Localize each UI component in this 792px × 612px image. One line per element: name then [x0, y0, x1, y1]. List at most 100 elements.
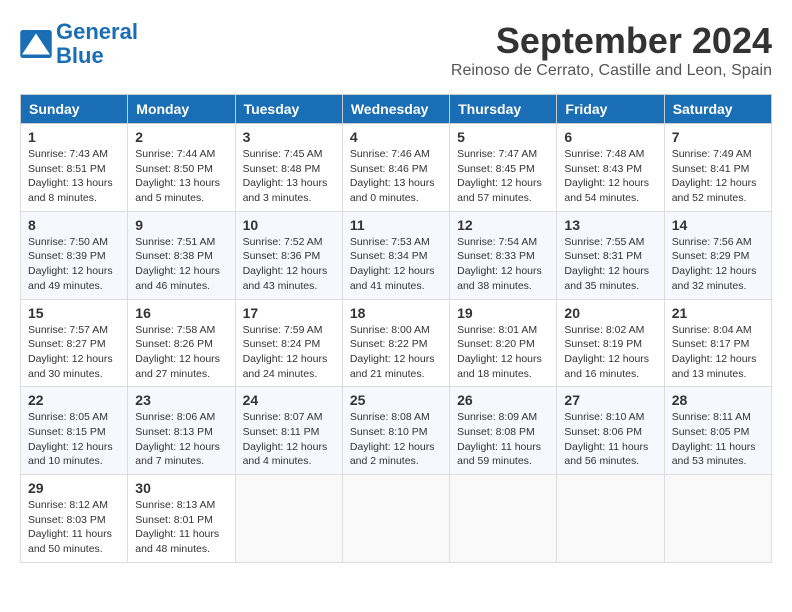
calendar-cell: 30 Sunrise: 8:13 AMSunset: 8:01 PMDayligh…: [128, 475, 235, 563]
calendar-cell: [342, 475, 449, 563]
calendar-header-saturday: Saturday: [664, 95, 771, 124]
day-info: Sunrise: 7:43 AMSunset: 8:51 PMDaylight:…: [28, 147, 120, 206]
calendar-cell: 23 Sunrise: 8:06 AMSunset: 8:13 PMDayligh…: [128, 387, 235, 475]
day-info: Sunrise: 7:53 AMSunset: 8:34 PMDaylight:…: [350, 235, 442, 294]
day-number: 30: [135, 480, 227, 496]
calendar-cell: 13 Sunrise: 7:55 AMSunset: 8:31 PMDayligh…: [557, 211, 664, 299]
day-info: Sunrise: 7:58 AMSunset: 8:26 PMDaylight:…: [135, 323, 227, 382]
calendar-cell: 25 Sunrise: 8:08 AMSunset: 8:10 PMDayligh…: [342, 387, 449, 475]
logo-line2: Blue: [56, 43, 104, 68]
day-info: Sunrise: 7:49 AMSunset: 8:41 PMDaylight:…: [672, 147, 764, 206]
calendar-header-sunday: Sunday: [21, 95, 128, 124]
day-number: 16: [135, 305, 227, 321]
calendar-cell: 24 Sunrise: 8:07 AMSunset: 8:11 PMDayligh…: [235, 387, 342, 475]
day-number: 27: [564, 392, 656, 408]
day-number: 5: [457, 129, 549, 145]
calendar-cell: 6 Sunrise: 7:48 AMSunset: 8:43 PMDaylight…: [557, 124, 664, 212]
calendar-header-friday: Friday: [557, 95, 664, 124]
location-title: Reinoso de Cerrato, Castille and Leon, S…: [451, 62, 772, 80]
day-number: 19: [457, 305, 549, 321]
day-number: 22: [28, 392, 120, 408]
day-number: 1: [28, 129, 120, 145]
day-number: 9: [135, 217, 227, 233]
calendar-table: SundayMondayTuesdayWednesdayThursdayFrid…: [20, 94, 772, 563]
calendar-cell: 8 Sunrise: 7:50 AMSunset: 8:39 PMDaylight…: [21, 211, 128, 299]
calendar-cell: 17 Sunrise: 7:59 AMSunset: 8:24 PMDayligh…: [235, 299, 342, 387]
day-info: Sunrise: 8:10 AMSunset: 8:06 PMDaylight:…: [564, 410, 656, 469]
calendar-header-tuesday: Tuesday: [235, 95, 342, 124]
calendar-cell: [664, 475, 771, 563]
day-number: 21: [672, 305, 764, 321]
day-number: 25: [350, 392, 442, 408]
day-info: Sunrise: 8:06 AMSunset: 8:13 PMDaylight:…: [135, 410, 227, 469]
calendar-cell: 27 Sunrise: 8:10 AMSunset: 8:06 PMDayligh…: [557, 387, 664, 475]
calendar-cell: 5 Sunrise: 7:47 AMSunset: 8:45 PMDaylight…: [450, 124, 557, 212]
day-info: Sunrise: 7:52 AMSunset: 8:36 PMDaylight:…: [243, 235, 335, 294]
day-number: 15: [28, 305, 120, 321]
calendar-cell: 10 Sunrise: 7:52 AMSunset: 8:36 PMDayligh…: [235, 211, 342, 299]
day-info: Sunrise: 8:13 AMSunset: 8:01 PMDaylight:…: [135, 498, 227, 557]
day-number: 6: [564, 129, 656, 145]
day-info: Sunrise: 7:48 AMSunset: 8:43 PMDaylight:…: [564, 147, 656, 206]
day-number: 18: [350, 305, 442, 321]
calendar-cell: [450, 475, 557, 563]
day-info: Sunrise: 8:02 AMSunset: 8:19 PMDaylight:…: [564, 323, 656, 382]
logo-icon: [20, 30, 52, 58]
day-number: 10: [243, 217, 335, 233]
day-number: 28: [672, 392, 764, 408]
day-number: 26: [457, 392, 549, 408]
day-info: Sunrise: 7:55 AMSunset: 8:31 PMDaylight:…: [564, 235, 656, 294]
day-info: Sunrise: 7:47 AMSunset: 8:45 PMDaylight:…: [457, 147, 549, 206]
day-number: 23: [135, 392, 227, 408]
day-number: 13: [564, 217, 656, 233]
month-title: September 2024: [451, 20, 772, 62]
day-number: 8: [28, 217, 120, 233]
calendar-cell: 12 Sunrise: 7:54 AMSunset: 8:33 PMDayligh…: [450, 211, 557, 299]
day-info: Sunrise: 8:04 AMSunset: 8:17 PMDaylight:…: [672, 323, 764, 382]
day-info: Sunrise: 7:50 AMSunset: 8:39 PMDaylight:…: [28, 235, 120, 294]
day-info: Sunrise: 7:59 AMSunset: 8:24 PMDaylight:…: [243, 323, 335, 382]
day-number: 7: [672, 129, 764, 145]
calendar-cell: 2 Sunrise: 7:44 AMSunset: 8:50 PMDaylight…: [128, 124, 235, 212]
calendar-cell: 9 Sunrise: 7:51 AMSunset: 8:38 PMDaylight…: [128, 211, 235, 299]
day-info: Sunrise: 8:08 AMSunset: 8:10 PMDaylight:…: [350, 410, 442, 469]
day-number: 12: [457, 217, 549, 233]
day-info: Sunrise: 8:07 AMSunset: 8:11 PMDaylight:…: [243, 410, 335, 469]
day-info: Sunrise: 8:12 AMSunset: 8:03 PMDaylight:…: [28, 498, 120, 557]
day-number: 20: [564, 305, 656, 321]
day-info: Sunrise: 8:01 AMSunset: 8:20 PMDaylight:…: [457, 323, 549, 382]
calendar-header-thursday: Thursday: [450, 95, 557, 124]
day-info: Sunrise: 7:46 AMSunset: 8:46 PMDaylight:…: [350, 147, 442, 206]
day-number: 17: [243, 305, 335, 321]
day-number: 4: [350, 129, 442, 145]
day-info: Sunrise: 7:45 AMSunset: 8:48 PMDaylight:…: [243, 147, 335, 206]
logo: General Blue: [20, 20, 138, 68]
calendar-cell: 22 Sunrise: 8:05 AMSunset: 8:15 PMDayligh…: [21, 387, 128, 475]
day-info: Sunrise: 8:11 AMSunset: 8:05 PMDaylight:…: [672, 410, 764, 469]
calendar-cell: [235, 475, 342, 563]
calendar-cell: 20 Sunrise: 8:02 AMSunset: 8:19 PMDayligh…: [557, 299, 664, 387]
day-info: Sunrise: 7:54 AMSunset: 8:33 PMDaylight:…: [457, 235, 549, 294]
day-number: 29: [28, 480, 120, 496]
calendar-cell: 7 Sunrise: 7:49 AMSunset: 8:41 PMDaylight…: [664, 124, 771, 212]
day-number: 24: [243, 392, 335, 408]
calendar-cell: 15Sunrise: 7:57 AMSunset: 8:27 PMDayligh…: [21, 299, 128, 387]
calendar-cell: 14Sunrise: 7:56 AMSunset: 8:29 PMDayligh…: [664, 211, 771, 299]
calendar-cell: 19 Sunrise: 8:01 AMSunset: 8:20 PMDayligh…: [450, 299, 557, 387]
calendar-cell: 1 Sunrise: 7:43 AMSunset: 8:51 PMDaylight…: [21, 124, 128, 212]
calendar-cell: 16 Sunrise: 7:58 AMSunset: 8:26 PMDayligh…: [128, 299, 235, 387]
calendar-cell: 26 Sunrise: 8:09 AMSunset: 8:08 PMDayligh…: [450, 387, 557, 475]
day-info: Sunrise: 8:05 AMSunset: 8:15 PMDaylight:…: [28, 410, 120, 469]
day-info: Sunrise: 8:00 AMSunset: 8:22 PMDaylight:…: [350, 323, 442, 382]
calendar-header-monday: Monday: [128, 95, 235, 124]
calendar-cell: 29 Sunrise: 8:12 AMSunset: 8:03 PMDayligh…: [21, 475, 128, 563]
calendar-cell: [557, 475, 664, 563]
day-info: Sunrise: 7:44 AMSunset: 8:50 PMDaylight:…: [135, 147, 227, 206]
day-number: 11: [350, 217, 442, 233]
day-info: Sunrise: 7:56 AMSunset: 8:29 PMDaylight:…: [672, 235, 764, 294]
day-info: Sunrise: 7:51 AMSunset: 8:38 PMDaylight:…: [135, 235, 227, 294]
day-info: Sunrise: 8:09 AMSunset: 8:08 PMDaylight:…: [457, 410, 549, 469]
calendar-cell: 21 Sunrise: 8:04 AMSunset: 8:17 PMDayligh…: [664, 299, 771, 387]
day-number: 2: [135, 129, 227, 145]
calendar-cell: 3Sunrise: 7:45 AMSunset: 8:48 PMDaylight…: [235, 124, 342, 212]
